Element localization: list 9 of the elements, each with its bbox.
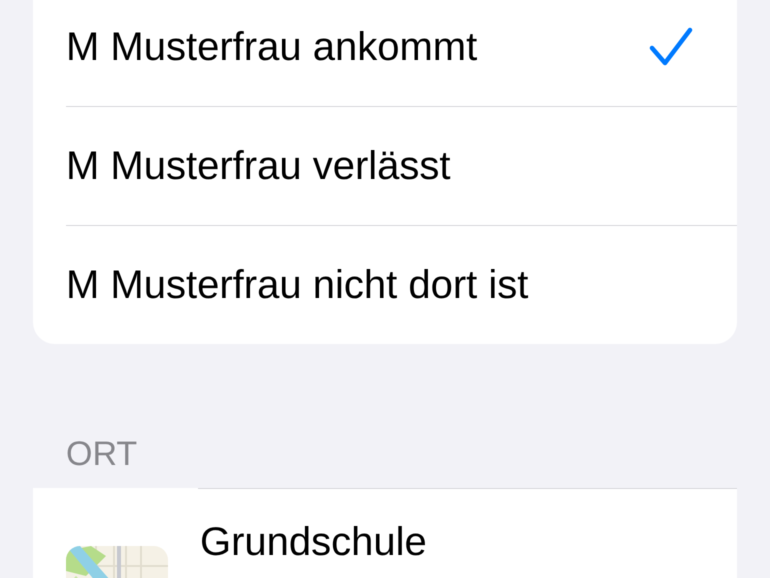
- option-label: M Musterfrau nicht dort ist: [66, 262, 530, 308]
- option-row[interactable]: M Musterfrau nicht dort ist: [66, 226, 737, 344]
- option-row[interactable]: M Musterfrau verlässt: [66, 107, 737, 226]
- option-row[interactable]: M Musterfrau ankommt: [66, 0, 737, 107]
- option-label: M Musterfrau verlässt: [66, 144, 452, 188]
- location-card[interactable]: Grundschule: [33, 488, 737, 578]
- section-header: ORT: [66, 434, 138, 474]
- location-name: Grundschule: [200, 519, 427, 566]
- option-label: M Musterfrau ankommt: [66, 24, 478, 70]
